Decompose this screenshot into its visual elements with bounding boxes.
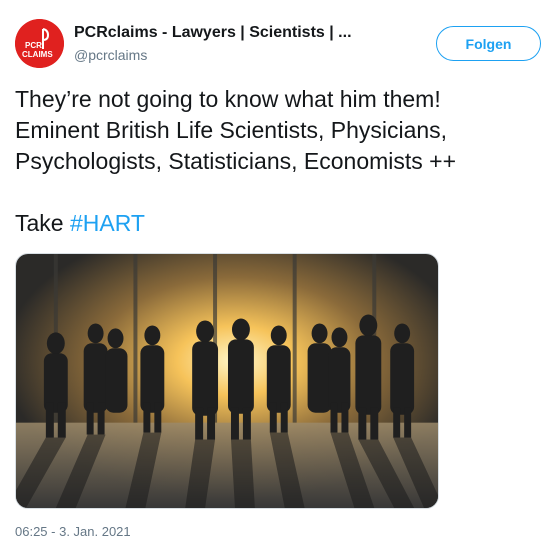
tweet-timestamp[interactable]: 06:25 - 3. Jan. 2021 <box>15 524 131 539</box>
group-silhouettes-image <box>16 254 438 508</box>
avatar-text-bottom: CLAIMS <box>22 50 53 59</box>
pcrclaims-logo-icon: PCR CLAIMS <box>15 19 64 68</box>
avatar-text-top: PCR <box>25 41 42 50</box>
tweet-line-3: Psychologists, Statisticians, Economists… <box>15 148 457 174</box>
tweet-line-take: Take #HART <box>15 208 545 239</box>
author-handle[interactable]: @pcrclaims <box>74 47 147 63</box>
tweet-line-2: Eminent British Life Scientists, Physici… <box>15 117 448 143</box>
tweet-text: They’re not going to know what him them!… <box>15 84 545 239</box>
take-prefix: Take <box>15 210 70 236</box>
tweet-media-image[interactable] <box>15 253 439 509</box>
author-display-name[interactable]: PCRclaims - Lawyers | Scientists | ... <box>74 24 352 42</box>
hashtag-link[interactable]: #HART <box>70 210 145 236</box>
avatar[interactable]: PCR CLAIMS <box>15 19 64 68</box>
tweet-line-1: They’re not going to know what him them! <box>15 86 441 112</box>
follow-button[interactable]: Folgen <box>436 26 541 61</box>
